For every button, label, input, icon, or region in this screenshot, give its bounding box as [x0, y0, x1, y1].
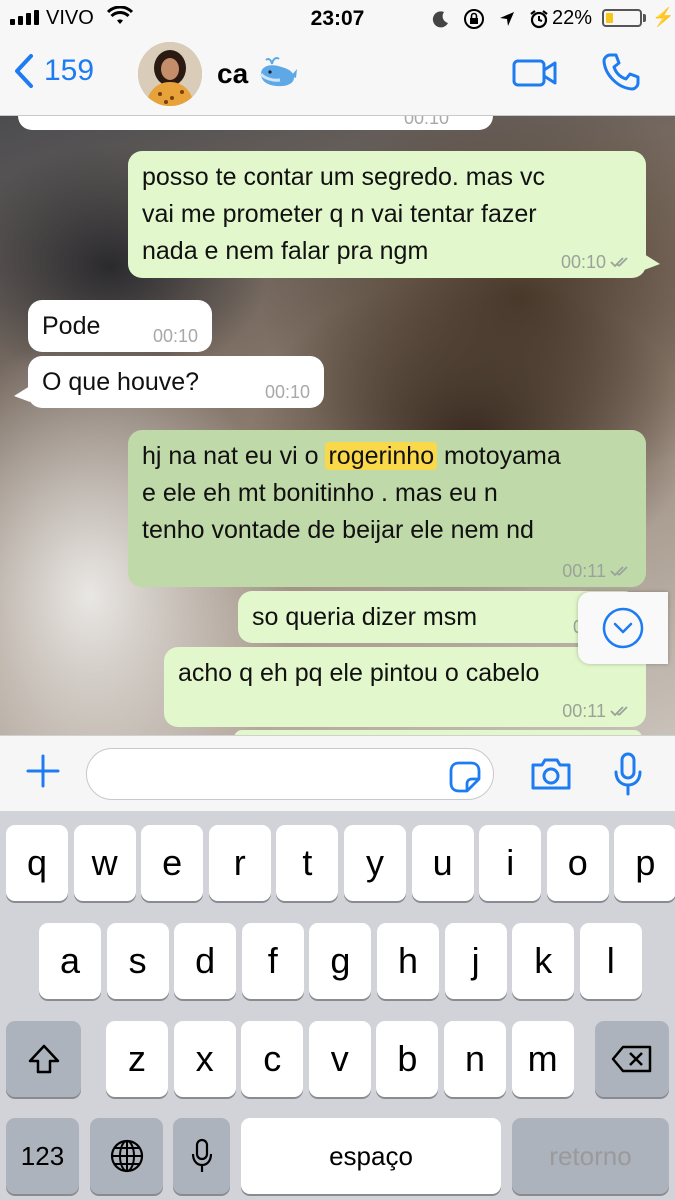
- chevron-down-circle-icon: [602, 607, 644, 649]
- numbers-key[interactable]: 123: [6, 1118, 79, 1194]
- scroll-to-bottom-button[interactable]: [578, 592, 668, 664]
- chat-header: 159 ca: [0, 36, 675, 116]
- backspace-key[interactable]: [595, 1021, 669, 1097]
- double-check-icon: [610, 706, 628, 717]
- space-key-label: espaço: [329, 1140, 413, 1171]
- key-j[interactable]: j: [444, 923, 507, 999]
- camera-icon: [531, 758, 571, 790]
- status-bar: VIVO 23:07 22% ⚡: [0, 0, 675, 36]
- key-y[interactable]: y: [344, 825, 406, 901]
- message-text: hj na nat eu vi o rogerinho motoyama e e…: [142, 438, 632, 549]
- contact-name[interactable]: ca: [217, 58, 248, 90]
- moon-icon: [432, 10, 450, 34]
- message-bubble-incoming[interactable]: O que houve? 00:10: [28, 356, 324, 408]
- key-o[interactable]: o: [546, 825, 609, 901]
- key-r[interactable]: r: [208, 825, 271, 901]
- return-key[interactable]: retorno: [512, 1118, 669, 1194]
- key-k[interactable]: k: [512, 923, 575, 999]
- key-l[interactable]: l: [579, 923, 642, 999]
- key-b[interactable]: b: [376, 1021, 439, 1097]
- message-text: so queria dizer msm: [252, 603, 478, 631]
- sticker-icon: [449, 761, 481, 793]
- message-text-before: hj na nat eu vi o: [142, 442, 326, 470]
- key-w[interactable]: w: [73, 825, 136, 901]
- battery-percent: 22%: [552, 7, 593, 29]
- message-bubble-partial[interactable]: 00:10: [18, 116, 493, 130]
- key-v[interactable]: v: [308, 1021, 371, 1097]
- orientation-lock-icon: [463, 8, 485, 36]
- message-time: 00:10: [152, 326, 198, 346]
- bubble-tail: [644, 254, 660, 270]
- shift-key[interactable]: [6, 1021, 81, 1097]
- message-text: posso te contar um segredo. mas vc vai m…: [142, 163, 545, 265]
- chevron-left-icon: [15, 54, 33, 88]
- numbers-key-label: 123: [20, 1140, 65, 1171]
- message-bubble-incoming[interactable]: Pode 00:10: [28, 300, 212, 352]
- space-key[interactable]: espaço: [241, 1118, 501, 1194]
- dictation-key[interactable]: [173, 1118, 230, 1194]
- key-h[interactable]: h: [377, 923, 439, 999]
- sticker-button[interactable]: [448, 760, 482, 799]
- key-p[interactable]: p: [614, 825, 675, 901]
- message-time: 00:10: [403, 116, 449, 128]
- double-check-icon: [610, 257, 628, 268]
- location-arrow-icon: [498, 10, 516, 34]
- battery-level-fill: [606, 13, 613, 23]
- battery-icon: [602, 9, 642, 27]
- video-call-icon[interactable]: [512, 58, 558, 93]
- double-check-icon: [610, 566, 628, 577]
- key-u[interactable]: u: [411, 825, 474, 901]
- message-time: 00:10: [264, 382, 310, 402]
- key-n[interactable]: n: [444, 1021, 506, 1097]
- key-g[interactable]: g: [309, 923, 372, 999]
- message-time: 00:11: [562, 701, 606, 721]
- bubble-tail: [14, 386, 30, 402]
- whale-icon: [258, 54, 298, 95]
- battery-tip: [643, 14, 646, 22]
- message-text: acho q eh pq ele pintou o cabelo: [178, 659, 540, 687]
- microphone-icon: [614, 752, 642, 796]
- message-bubble-outgoing-selected[interactable]: hj na nat eu vi o rogerinho motoyama e e…: [128, 430, 646, 587]
- backspace-icon: [611, 1045, 652, 1073]
- globe-icon: [110, 1139, 143, 1173]
- message-field[interactable]: [86, 748, 494, 800]
- microphone-icon: [191, 1138, 212, 1172]
- chat-area[interactable]: 00:10 posso te contar um segredo. mas vc…: [0, 116, 675, 735]
- back-count: 159: [44, 54, 95, 87]
- message-bubble-outgoing[interactable]: acho q eh pq ele pintou o cabelo 00:11: [164, 647, 646, 727]
- key-c[interactable]: c: [241, 1021, 304, 1097]
- back-button[interactable]: 159: [14, 54, 94, 88]
- contact-avatar[interactable]: [138, 42, 202, 106]
- key-s[interactable]: s: [106, 923, 169, 999]
- key-i[interactable]: i: [479, 825, 542, 901]
- plus-icon: [26, 754, 60, 788]
- camera-button[interactable]: [529, 756, 573, 797]
- key-t[interactable]: t: [276, 825, 339, 901]
- message-bubble-outgoing[interactable]: posso te contar um segredo. mas vc vai m…: [128, 151, 646, 278]
- microphone-button[interactable]: [613, 752, 643, 801]
- key-x[interactable]: x: [173, 1021, 236, 1097]
- message-time: 00:10: [560, 252, 606, 272]
- key-q[interactable]: q: [6, 825, 68, 901]
- attach-plus-button[interactable]: [26, 754, 60, 793]
- alarm-icon: [529, 9, 549, 35]
- message-time: 00:11: [562, 561, 606, 581]
- shift-icon: [28, 1044, 59, 1074]
- keyboard: q w e r t y u i o p a s d f g h j k l z x c v b n m 123 espaço retor…: [0, 811, 675, 1200]
- key-a[interactable]: a: [39, 923, 101, 999]
- search-highlight: rogerinho: [325, 442, 438, 470]
- charging-bolt-icon: ⚡: [652, 7, 675, 27]
- return-key-label: retorno: [549, 1140, 632, 1171]
- globe-key[interactable]: [90, 1118, 163, 1194]
- message-input[interactable]: [105, 761, 449, 789]
- key-m[interactable]: m: [511, 1021, 574, 1097]
- key-e[interactable]: e: [141, 825, 204, 901]
- message-input-bar: [0, 735, 675, 811]
- key-d[interactable]: d: [174, 923, 237, 999]
- key-f[interactable]: f: [241, 923, 304, 999]
- key-z[interactable]: z: [106, 1021, 168, 1097]
- phone-call-icon[interactable]: [601, 52, 641, 97]
